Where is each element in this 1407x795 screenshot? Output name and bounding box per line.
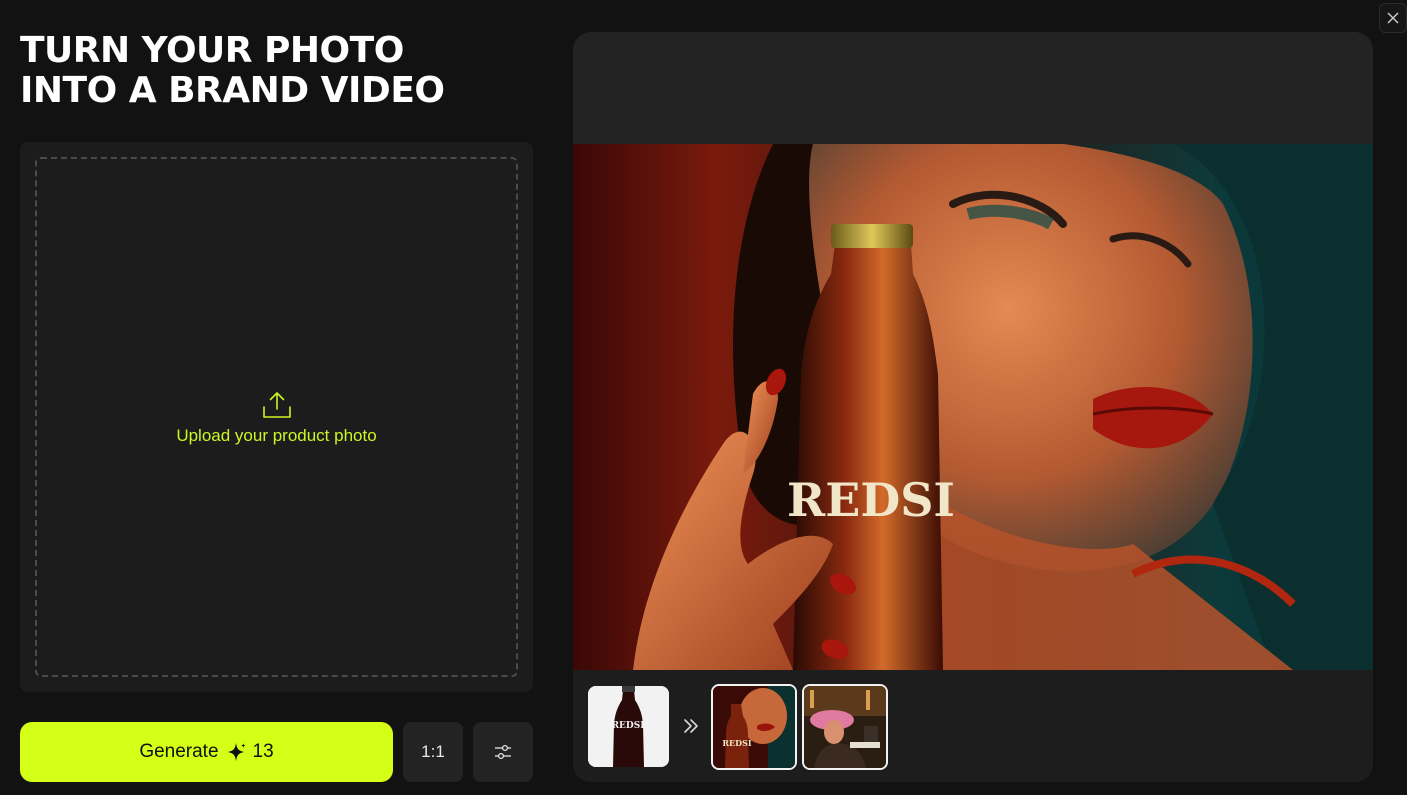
close-button[interactable]	[1379, 3, 1407, 33]
settings-button[interactable]	[473, 722, 533, 782]
upload-dropzone[interactable]: Upload your product photo	[35, 157, 518, 677]
generate-label: Generate	[139, 741, 219, 762]
output-thumbnail-2[interactable]	[802, 684, 888, 770]
page-title: TURN YOUR PHOTO INTO A BRAND VIDEO	[20, 31, 540, 111]
brand-text: REDSI	[787, 473, 955, 527]
preview-top-bar	[573, 32, 1373, 144]
output-thumbnail-1[interactable]: REDSI	[711, 684, 797, 770]
source-brand-text: REDSI	[612, 721, 645, 731]
upload-icon	[262, 392, 291, 418]
upload-panel: Upload your product photo	[20, 142, 533, 692]
generate-button[interactable]: Generate 13	[20, 722, 393, 782]
double-chevron-right-icon	[684, 719, 698, 733]
thumbnail-strip: REDSI REDSI	[573, 670, 1373, 782]
title-line-2: INTO A BRAND VIDEO	[20, 70, 445, 111]
close-icon	[1387, 12, 1399, 24]
preview-image: REDSI	[573, 144, 1373, 670]
preview-card: REDSI REDSI REDSI	[573, 32, 1373, 782]
output1-brand-text: REDSI	[722, 738, 751, 748]
aspect-ratio-button[interactable]: 1:1	[403, 722, 463, 782]
sliders-icon	[495, 744, 511, 760]
credit-count: 13	[252, 741, 274, 762]
upload-label: Upload your product photo	[176, 426, 377, 445]
source-thumbnail[interactable]: REDSI	[588, 686, 669, 767]
title-line-1: TURN YOUR PHOTO	[20, 30, 404, 71]
sparkle-icon	[227, 742, 246, 762]
aspect-ratio-label: 1:1	[421, 742, 445, 761]
